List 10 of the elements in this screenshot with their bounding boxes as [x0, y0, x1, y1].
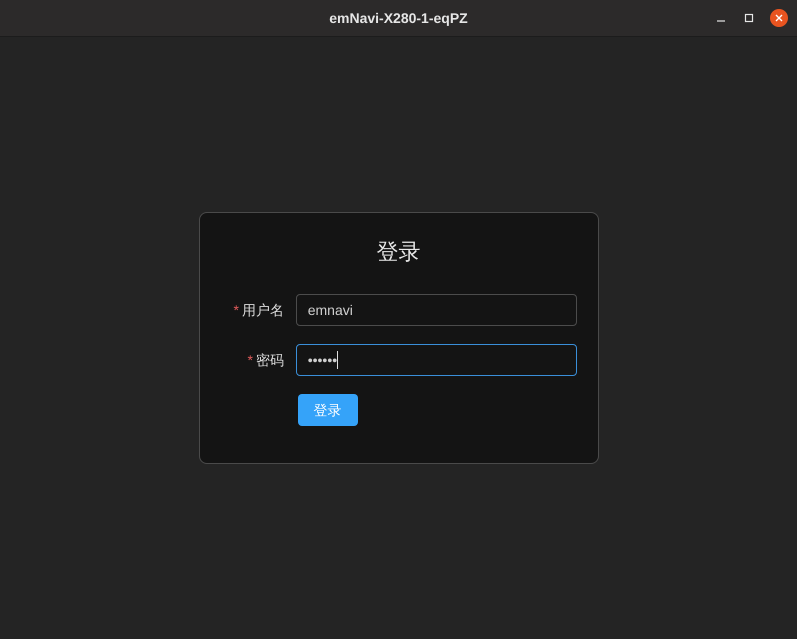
field-label: 密码 [256, 350, 284, 370]
login-title: 登录 [376, 238, 420, 266]
required-mark: * [233, 300, 239, 320]
field-label: 用户名 [242, 300, 284, 320]
maximize-icon[interactable] [742, 11, 756, 25]
input-field[interactable]: •••••• [296, 344, 578, 376]
input-field[interactable]: emnavi [296, 294, 578, 326]
close-icon[interactable] [770, 9, 788, 27]
window-title: emNavi-X280-1-eqPZ [329, 8, 468, 28]
required-mark: * [247, 350, 253, 370]
